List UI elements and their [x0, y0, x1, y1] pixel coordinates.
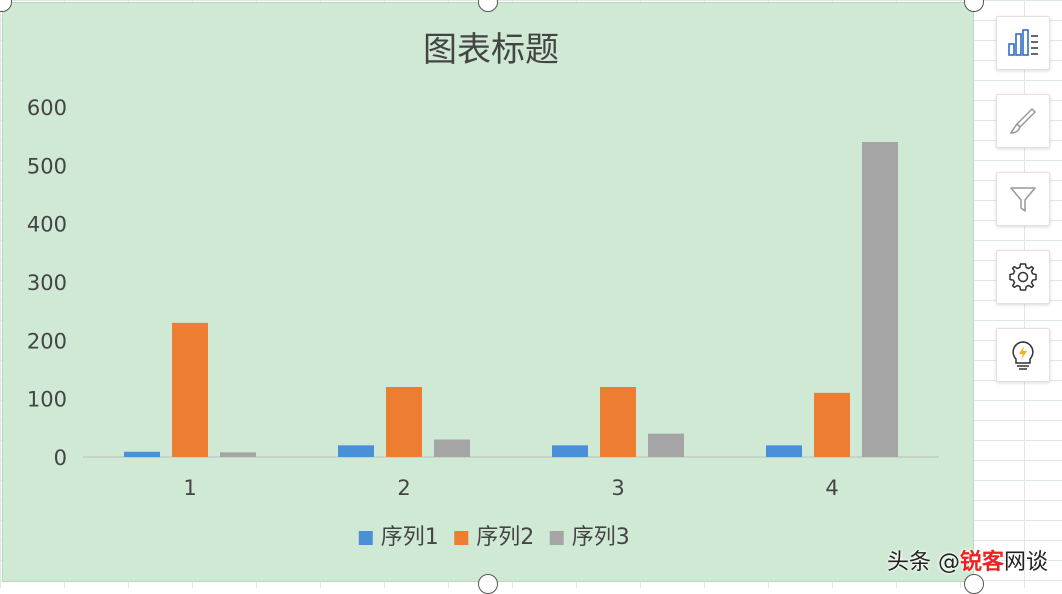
- filter-icon: [1010, 187, 1036, 212]
- bar-序列1-2: [338, 445, 374, 457]
- bar-chart: 图表标题 0 100 200 300 400 500 600 1 2 3 4 序列1 序列2 序列3: [27, 30, 939, 550]
- watermark: 头条 @锐客网谈: [887, 544, 1048, 576]
- legend-label-序列2: 序列2: [476, 525, 534, 550]
- legend-swatch-序列2: [454, 531, 469, 545]
- bar-序列3-4: [862, 142, 898, 457]
- watermark-prefix: 头条 @: [886, 550, 960, 575]
- bar-序列3-3: [648, 433, 684, 457]
- legend-label-序列1: 序列1: [381, 525, 439, 550]
- y-tick-label: 300: [27, 271, 67, 295]
- gear-icon: [1009, 263, 1037, 291]
- y-tick-label: 500: [27, 154, 67, 178]
- chart-elements-button[interactable]: [996, 16, 1050, 70]
- y-tick-label: 0: [54, 446, 67, 470]
- bar-序列2-2: [386, 387, 422, 457]
- chart-ideas-button[interactable]: [996, 328, 1050, 382]
- chart-filter-button[interactable]: [996, 172, 1050, 226]
- y-tick-label: 600: [27, 96, 67, 120]
- lightbulb-icon: [1012, 341, 1034, 370]
- bar-序列2-3: [600, 387, 636, 457]
- bar-序列3-1: [220, 452, 256, 457]
- legend-swatch-序列3: [549, 531, 564, 545]
- x-tick-label: 4: [825, 476, 838, 500]
- y-tick-label: 400: [27, 213, 67, 237]
- bar-序列1-4: [766, 445, 802, 457]
- chart-title: 图表标题: [423, 30, 559, 70]
- bar-序列2-1: [172, 322, 208, 457]
- bar-序列1-1: [124, 451, 160, 457]
- x-tick-label: 1: [183, 476, 196, 500]
- legend-label-序列3: 序列3: [572, 525, 630, 550]
- y-tick-label: 200: [27, 329, 67, 353]
- bar-序列1-3: [552, 445, 588, 457]
- chart-style-button[interactable]: [996, 94, 1050, 148]
- chart-settings-button[interactable]: [996, 250, 1050, 304]
- bar-序列3-2: [434, 439, 470, 457]
- chart-elements-icon: [1008, 29, 1038, 56]
- resize-handle-bottom-center[interactable]: [478, 574, 498, 594]
- watermark-brand: 锐客: [959, 550, 1004, 575]
- watermark-suffix: 网谈: [1003, 550, 1048, 575]
- resize-handle-bottom-right[interactable]: [964, 574, 984, 594]
- y-tick-label: 100: [27, 388, 67, 412]
- brush-icon: [1009, 107, 1037, 134]
- bar-序列2-4: [814, 392, 850, 457]
- x-tick-label: 2: [397, 476, 410, 500]
- x-tick-label: 3: [611, 476, 624, 500]
- chart-area[interactable]: 图表标题 0 100 200 300 400 500 600 1 2 3 4 序列1 序列2 序列3: [2, 2, 974, 582]
- legend-swatch-序列1: [358, 531, 373, 545]
